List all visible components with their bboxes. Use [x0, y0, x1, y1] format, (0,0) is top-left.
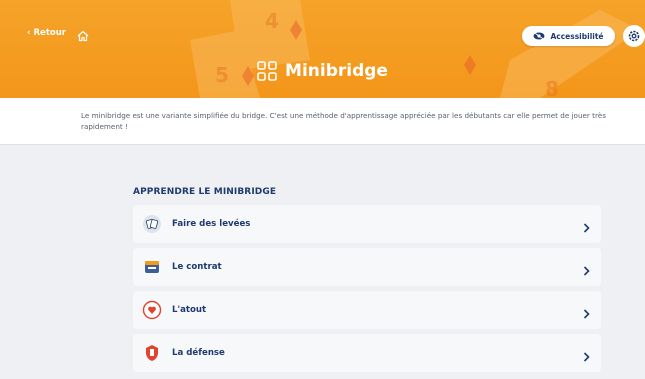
chevron-right-icon [583, 261, 590, 280]
accessibility-label: Accessibilité [550, 31, 604, 41]
cards-icon [141, 213, 163, 235]
chevron-right-icon [583, 218, 590, 237]
gear-icon [628, 30, 640, 42]
page-title-text: Minibridge [285, 61, 388, 81]
list-item-le-contrat[interactable]: Le contrat [133, 248, 601, 286]
list-item-label: L'atout [172, 305, 207, 315]
list-item-la-defense[interactable]: La défense [133, 334, 601, 372]
page-title: Minibridge [0, 61, 645, 81]
list-item-l-atout[interactable]: L'atout [133, 291, 601, 329]
header-decoration: 4 5 8 [190, 0, 640, 98]
contract-icon [141, 256, 163, 278]
home-button[interactable] [77, 27, 89, 46]
chevron-right-icon [583, 304, 590, 323]
defense-icon [141, 342, 163, 364]
header-banner: 4 5 8 ‹ Retour Minibridge Accessibilité [0, 0, 645, 98]
home-icon [77, 30, 89, 42]
back-button[interactable]: ‹ Retour [27, 28, 66, 38]
svg-text:4: 4 [265, 9, 279, 33]
intro-panel: Le minibridge est une variante simplifié… [0, 98, 645, 145]
settings-button[interactable] [623, 25, 645, 47]
chevron-left-icon: ‹ [27, 28, 31, 38]
eye-slash-icon [533, 32, 545, 40]
accessibility-button[interactable]: Accessibilité [522, 26, 615, 46]
chevron-right-icon [583, 347, 590, 366]
lesson-list: Faire des levées Le contrat L'atout La d… [133, 205, 601, 377]
grid-icon [257, 61, 277, 81]
section-title: APPRENDRE LE MINIBRIDGE [133, 187, 277, 197]
back-label: Retour [33, 28, 66, 38]
trump-icon [141, 299, 163, 321]
intro-text: Le minibridge est une variante simplifié… [81, 111, 606, 131]
list-item-label: La défense [172, 348, 225, 358]
list-item-label: Faire des levées [172, 219, 251, 229]
list-item-faire-des-levees[interactable]: Faire des levées [133, 205, 601, 243]
list-item-label: Le contrat [172, 262, 222, 272]
